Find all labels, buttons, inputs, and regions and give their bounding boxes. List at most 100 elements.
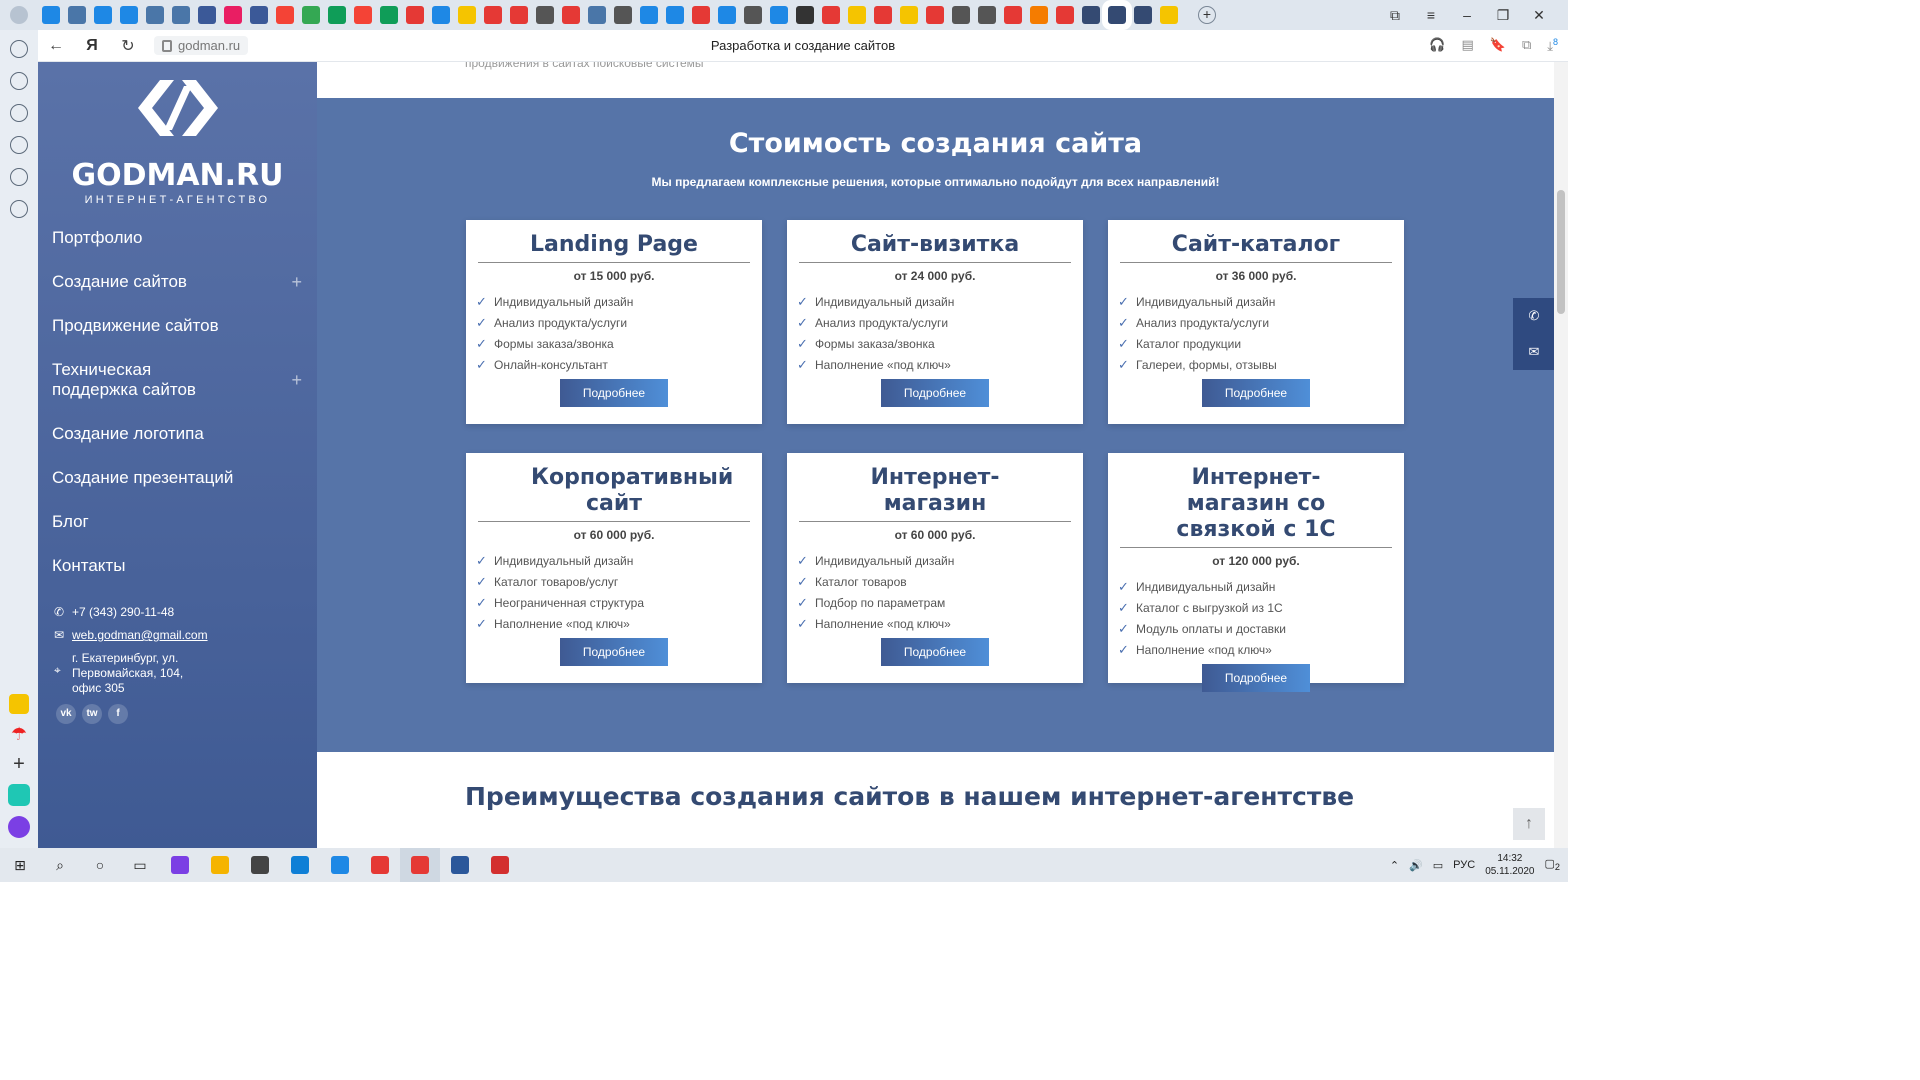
tab-favicon[interactable]	[432, 6, 450, 24]
taskbar-app[interactable]	[240, 848, 280, 882]
collections-icon[interactable]	[10, 136, 28, 154]
tab-favicon[interactable]	[380, 6, 398, 24]
scroll-top-button[interactable]: ↑	[1513, 808, 1545, 840]
menu-item-support[interactable]: Техническая поддержка сайтов +	[52, 360, 302, 400]
add-panel-icon[interactable]: +	[9, 754, 29, 774]
menu-item-contacts[interactable]: Контакты	[52, 556, 302, 576]
close-button[interactable]: ✕	[1526, 7, 1552, 24]
expand-icon[interactable]: +	[291, 370, 302, 390]
clock[interactable]: 14:32 05.11.2020	[1485, 852, 1534, 878]
cortana-icon[interactable]: ○	[80, 848, 120, 882]
tab-favicon[interactable]	[796, 6, 814, 24]
volume-icon[interactable]: 🔊	[1409, 859, 1423, 872]
taskbar-app[interactable]	[480, 848, 520, 882]
taskbar-app[interactable]	[280, 848, 320, 882]
scrollbar-thumb[interactable]	[1557, 190, 1565, 314]
tab-favicon[interactable]	[1004, 6, 1022, 24]
contact-email[interactable]: ✉ web.godman@gmail.com	[54, 628, 208, 642]
restore-button[interactable]: ❐	[1490, 7, 1516, 24]
play-icon[interactable]	[10, 168, 28, 186]
language-indicator[interactable]: РУС	[1453, 859, 1475, 871]
details-button[interactable]: Подробнее	[1202, 379, 1310, 407]
tab-favicon[interactable]	[978, 6, 996, 24]
menu-item-promotion[interactable]: Продвижение сайтов	[52, 316, 302, 336]
tab-favicon[interactable]	[328, 6, 346, 24]
tab-favicon[interactable]	[1102, 0, 1132, 30]
tab-favicon[interactable]	[952, 6, 970, 24]
notifications-icon[interactable]	[10, 40, 28, 58]
tab-favicon[interactable]	[198, 6, 216, 24]
tab-favicon[interactable]	[458, 6, 476, 24]
tab-favicon[interactable]	[250, 6, 268, 24]
details-button[interactable]: Подробнее	[560, 379, 668, 407]
expand-icon[interactable]: +	[291, 272, 302, 292]
menu-item-logo[interactable]: Создание логотипа	[52, 424, 302, 444]
details-button[interactable]: Подробнее	[881, 638, 989, 666]
back-button[interactable]: ←	[38, 37, 74, 55]
tab-favicon[interactable]	[1134, 6, 1152, 24]
tab-favicon[interactable]	[354, 6, 372, 24]
details-button[interactable]: Подробнее	[881, 379, 989, 407]
tab-favicon[interactable]	[718, 6, 736, 24]
minimize-button[interactable]: –	[1454, 7, 1480, 23]
tab-favicon[interactable]	[224, 6, 242, 24]
tab-favicon[interactable]	[120, 6, 138, 24]
taskbar-app[interactable]	[160, 848, 200, 882]
menu-icon[interactable]: ≡	[1418, 7, 1444, 23]
contact-phone[interactable]: ✆ +7 (343) 290-11-48	[54, 605, 174, 619]
details-button[interactable]: Подробнее	[560, 638, 668, 666]
tab-favicon[interactable]	[484, 6, 502, 24]
tab-favicon[interactable]	[406, 6, 424, 24]
tab-favicon[interactable]	[1030, 6, 1048, 24]
scrollbar[interactable]	[1554, 62, 1568, 848]
email-link[interactable]: web.godman@gmail.com	[72, 628, 208, 642]
menu-item-portfolio[interactable]: Портфолио	[52, 228, 302, 248]
bookmark-icon[interactable]: 🔖	[1490, 37, 1506, 54]
collections-icon[interactable]: ⧉	[1522, 37, 1531, 54]
menu-item-blog[interactable]: Блог	[52, 512, 302, 532]
favorites-icon[interactable]	[10, 104, 28, 122]
downloads-icon[interactable]: ⤓8	[1547, 37, 1558, 54]
tab-favicon[interactable]	[822, 6, 840, 24]
headphones-icon[interactable]: 🎧	[1429, 37, 1445, 54]
brand-name[interactable]: GODMAN.RU	[38, 158, 317, 193]
history-icon[interactable]	[10, 72, 28, 90]
tab-favicon[interactable]	[1160, 6, 1178, 24]
twitter-icon[interactable]: tw	[82, 704, 102, 724]
tab-favicon[interactable]	[510, 6, 528, 24]
notifications-icon[interactable]: ▢2	[1545, 857, 1561, 872]
taskbar-app[interactable]	[200, 848, 240, 882]
yandex-icon[interactable]: Я	[74, 37, 110, 55]
messenger-icon[interactable]	[8, 784, 30, 806]
network-icon[interactable]: ▭	[1433, 859, 1443, 872]
tray-chevron-icon[interactable]: ⌃	[1390, 859, 1399, 872]
tab-favicon[interactable]	[666, 6, 684, 24]
tab-favicon[interactable]	[276, 6, 294, 24]
start-button[interactable]: ⊞	[0, 848, 40, 882]
alice-icon[interactable]	[8, 816, 30, 838]
vk-icon[interactable]: vk	[56, 704, 76, 724]
tab-favicon[interactable]	[744, 6, 762, 24]
reload-button[interactable]: ↻	[110, 36, 146, 56]
tab-favicon[interactable]	[94, 6, 112, 24]
search-icon[interactable]: ⌕	[40, 848, 80, 882]
weather-icon[interactable]: ☂	[9, 724, 29, 744]
menu-item-presentations[interactable]: Создание презентаций	[52, 468, 302, 488]
new-tab-button[interactable]: +	[1198, 6, 1216, 24]
logo-icon[interactable]	[138, 76, 218, 140]
tab-favicon[interactable]	[68, 6, 86, 24]
tab-favicon[interactable]	[146, 6, 164, 24]
profile-button[interactable]	[0, 0, 38, 30]
tab-favicon[interactable]	[874, 6, 892, 24]
message-button[interactable]: ✉	[1513, 334, 1555, 370]
tab-favicon[interactable]	[536, 6, 554, 24]
url-field[interactable]: godman.ru	[154, 36, 249, 55]
tab-favicon[interactable]	[692, 6, 710, 24]
tab-favicon[interactable]	[614, 6, 632, 24]
taskbar-app[interactable]	[360, 848, 400, 882]
menu-item-sites[interactable]: Создание сайтов +	[52, 272, 302, 292]
tab-favicon[interactable]	[1056, 6, 1074, 24]
tab-favicon[interactable]	[1082, 6, 1100, 24]
details-button[interactable]: Подробнее	[1202, 664, 1310, 692]
reader-icon[interactable]: ▤	[1461, 37, 1473, 54]
